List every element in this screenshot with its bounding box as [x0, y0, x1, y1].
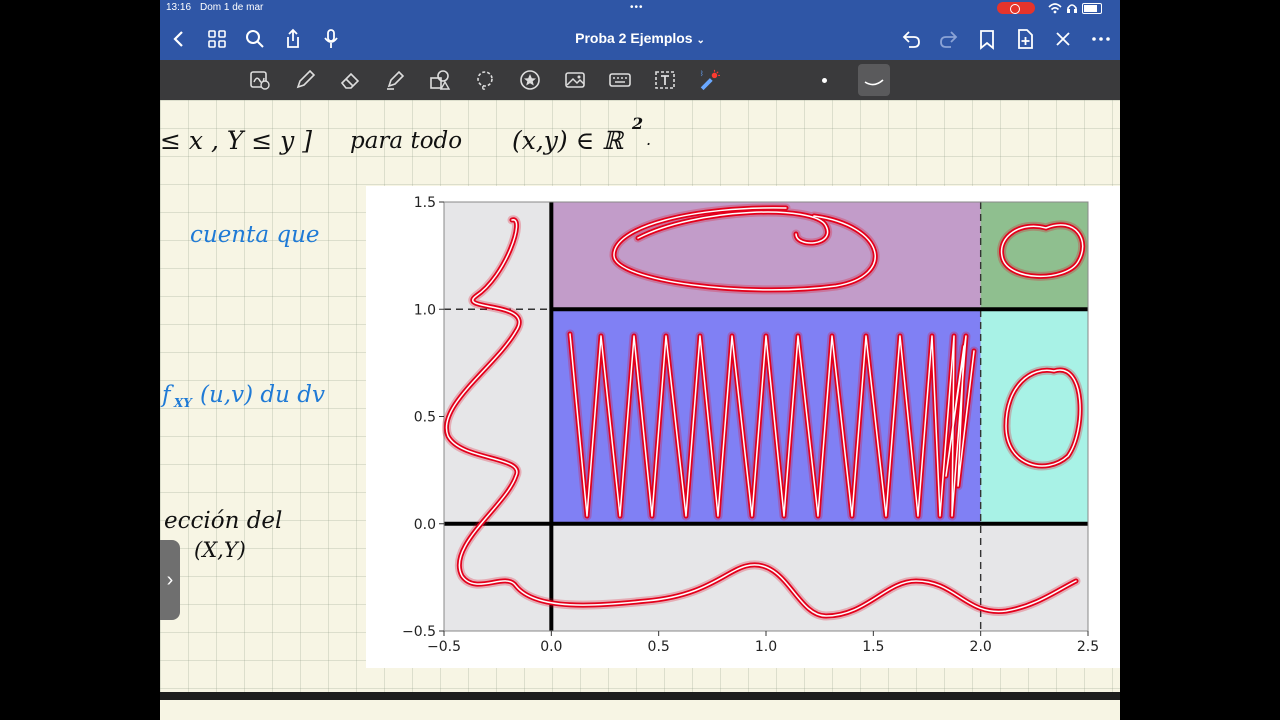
note-blue-subscript: XY: [174, 396, 192, 410]
bottom-bar: [160, 692, 1120, 720]
chevron-down-icon: ⌄: [696, 35, 705, 46]
undo-icon[interactable]: [900, 28, 922, 50]
sidebar-handle[interactable]: ›: [160, 540, 180, 620]
sticker-icon[interactable]: [519, 69, 541, 91]
battery-icon: [1082, 3, 1102, 14]
note-line3: ección del: [164, 508, 283, 534]
note-line1-part3: (x,y) ∈ ℝ: [512, 126, 623, 155]
region-green: [980, 202, 1088, 310]
next-page-strip: [160, 700, 1120, 720]
wifi-icon: [1048, 3, 1062, 14]
add-page-icon[interactable]: [1014, 28, 1036, 50]
navigation-bar: Proba 2 Ejemplos ⌄: [160, 16, 1120, 60]
multitask-dots-icon[interactable]: •••: [630, 2, 644, 13]
pen-icon[interactable]: [294, 69, 316, 91]
region-cyan: [980, 309, 1088, 524]
svg-text:ᛒ: ᛒ: [700, 69, 704, 77]
status-time: 13:16: [166, 2, 192, 13]
close-icon[interactable]: [1052, 28, 1074, 50]
y-tick-label: −0.5: [402, 624, 436, 640]
note-line1-superscript: 2: [632, 114, 644, 133]
highlighter-icon[interactable]: [384, 69, 406, 91]
ipad-screen: 13:16 Dom 1 de mar ••• Proba 2 Ejemplos …: [160, 0, 1120, 720]
x-tick-label: 0.5: [648, 639, 670, 655]
note-blue-f: f: [162, 382, 171, 408]
lasso-icon[interactable]: [474, 69, 496, 91]
eraser-icon[interactable]: [339, 69, 361, 91]
x-tick-label: 1.5: [862, 639, 884, 655]
dot-stroke-icon[interactable]: [822, 78, 827, 83]
note-line1-part2: para todo: [350, 128, 463, 154]
pasted-chart-image[interactable]: −0.5 0.0 0.5 1.0 1.5 2.0 2.5 −0.5 0.0 0.5 1.0 1.5: [366, 186, 1120, 668]
notebook-page[interactable]: ≤ x , Y ≤ y ] para todo (x,y) ∈ ℝ 2 . cu…: [160, 100, 1120, 692]
note-line1-part1: ≤ x , Y ≤ y ]: [160, 126, 313, 155]
more-icon[interactable]: [1090, 28, 1112, 50]
screen-record-icon[interactable]: [997, 2, 1035, 14]
note-blue-line1: cuenta que: [190, 222, 320, 248]
bookmark-icon[interactable]: [976, 28, 998, 50]
x-tick-label: 2.0: [970, 639, 992, 655]
x-tick-label: 0.0: [540, 639, 562, 655]
region-chart: −0.5 0.0 0.5 1.0 1.5 2.0 2.5 −0.5 0.0 0.5 1.0 1.5: [402, 195, 1099, 655]
y-tick-label: 0.5: [414, 410, 436, 426]
document-title-text: Proba 2 Ejemplos: [575, 30, 693, 46]
shapes-icon[interactable]: [429, 69, 451, 91]
laser-pointer-icon[interactable]: ᛒ: [698, 69, 720, 91]
headphones-icon: [1067, 4, 1077, 13]
note-blue-integrand: (u,v) du dv: [200, 382, 325, 408]
status-bar: 13:16 Dom 1 de mar •••: [160, 0, 1120, 16]
read-only-icon[interactable]: [249, 69, 271, 91]
status-date: Dom 1 de mar: [200, 2, 264, 13]
image-icon[interactable]: [564, 69, 586, 91]
keyboard-icon[interactable]: [609, 69, 631, 91]
x-tick-label: 1.0: [755, 639, 777, 655]
redo-icon[interactable]: [938, 28, 960, 50]
y-tick-label: 0.0: [414, 517, 436, 533]
note-line1-dot: .: [646, 130, 652, 149]
x-tick-label: −0.5: [427, 639, 461, 655]
y-tick-label: 1.5: [414, 195, 436, 211]
y-tick-label: 1.0: [414, 302, 436, 318]
tool-bar: ᛒ: [160, 60, 1120, 100]
x-tick-label: 2.5: [1077, 639, 1099, 655]
text-icon[interactable]: [654, 69, 676, 91]
curve-stroke-icon[interactable]: [858, 64, 890, 96]
note-line4: (X,Y): [194, 538, 246, 562]
